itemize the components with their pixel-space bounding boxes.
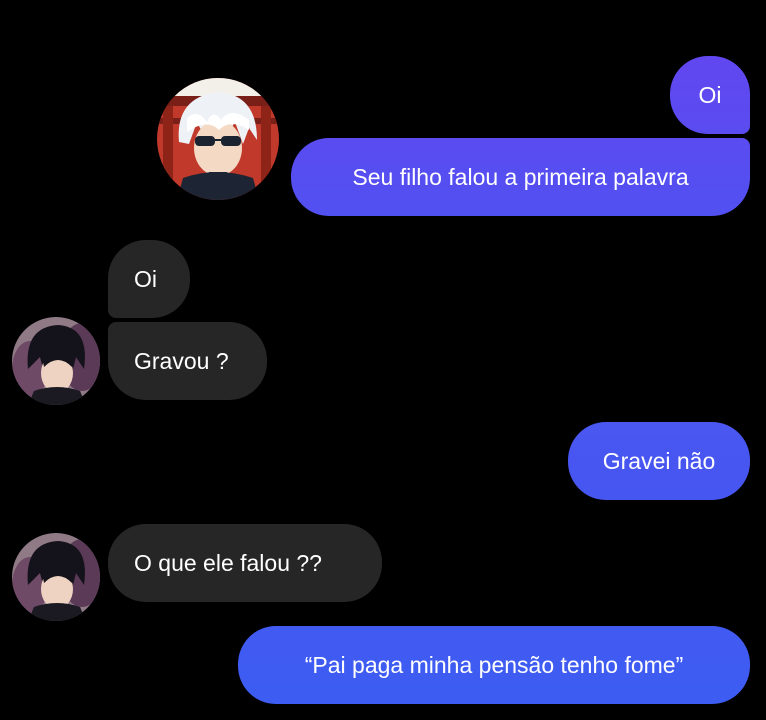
outgoing-message-quote[interactable]: “Pai paga minha pensão tenho fome” xyxy=(238,626,750,704)
message-text: Gravei não xyxy=(602,447,716,474)
message-text: Gravou ? xyxy=(134,347,229,374)
outgoing-message-first-word[interactable]: Seu filho falou a primeira palavra xyxy=(291,138,750,216)
receiver-avatar[interactable] xyxy=(12,317,100,405)
white-haired-character-avatar-icon xyxy=(157,78,279,200)
message-text: “Pai paga minha pensão tenho fome” xyxy=(304,651,684,678)
incoming-message-oi[interactable]: Oi xyxy=(108,240,190,318)
dark-haired-character-avatar-icon xyxy=(12,317,100,405)
message-text: Oi xyxy=(698,81,722,108)
incoming-message-gravou[interactable]: Gravou ? xyxy=(108,322,267,400)
receiver-avatar[interactable] xyxy=(12,533,100,621)
outgoing-message-gravei-nao[interactable]: Gravei não xyxy=(568,422,750,500)
message-text: Oi xyxy=(134,265,157,292)
sender-avatar[interactable] xyxy=(157,78,279,200)
dark-haired-character-avatar-icon xyxy=(12,533,100,621)
chat-thread: Oi Seu filho falou a primeira palavra Oi… xyxy=(0,0,766,720)
message-text: O que ele falou ?? xyxy=(134,549,322,576)
incoming-message-o-que-ele-falou[interactable]: O que ele falou ?? xyxy=(108,524,382,602)
message-text: Seu filho falou a primeira palavra xyxy=(352,163,689,190)
outgoing-message-oi[interactable]: Oi xyxy=(670,56,750,134)
